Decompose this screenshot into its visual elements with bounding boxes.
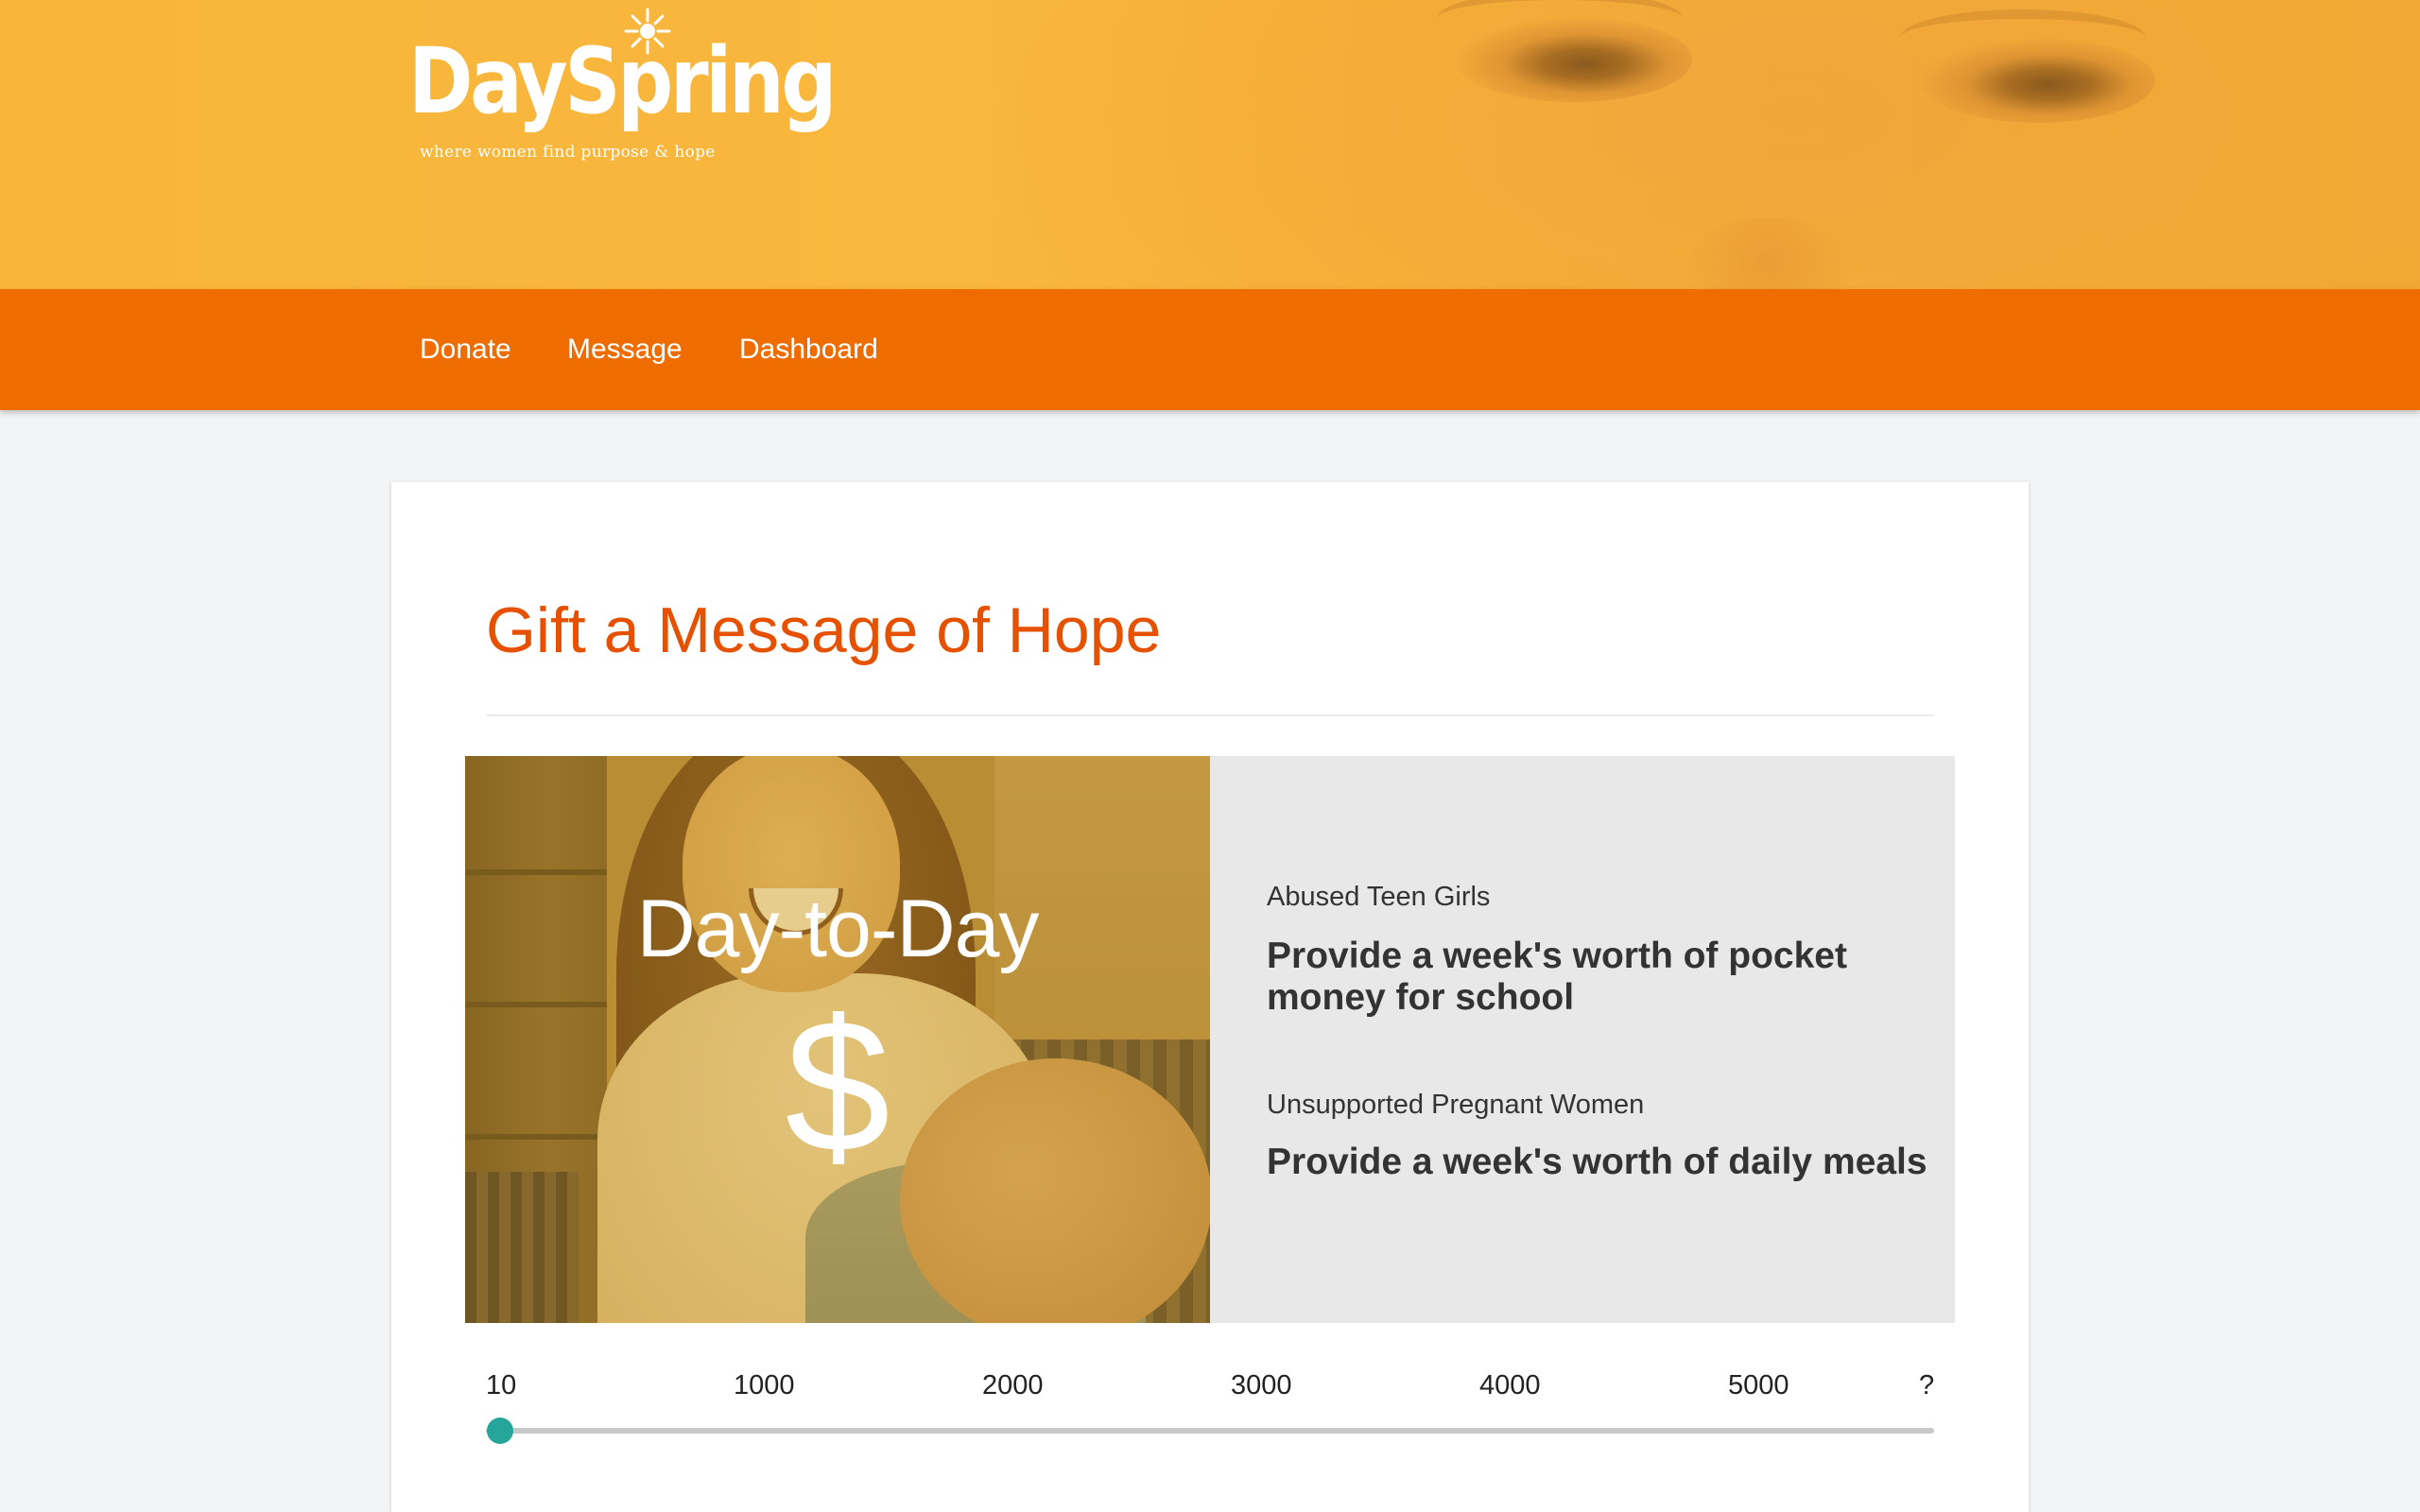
dollar-icon: $ — [785, 981, 890, 1192]
slider-tick-label: 10 — [486, 1370, 517, 1400]
title-divider — [486, 714, 1934, 716]
page-title: Gift a Message of Hope — [486, 594, 1162, 666]
nav-item-donate[interactable]: Donate — [420, 289, 511, 410]
logo[interactable]: DaySpring where women find purpose & hop… — [408, 8, 837, 168]
nav-item-message[interactable]: Message — [567, 289, 683, 410]
gift-card: Gift a Message of Hope Day-to-Day $ Abus… — [391, 482, 2029, 1512]
gift-category: Abused Teen Girls — [1267, 882, 1491, 912]
header-banner: DaySpring where women find purpose & hop… — [0, 0, 2420, 289]
gift-category: Unsupported Pregnant Women — [1267, 1090, 1645, 1120]
slider-tick-label: 3000 — [1231, 1370, 1292, 1400]
slider-tick-label: 1000 — [734, 1370, 795, 1400]
slider-tick-label: 4000 — [1479, 1370, 1541, 1400]
slider-tick-label: 2000 — [982, 1370, 1044, 1400]
slider-tick-label: ? — [1919, 1370, 1935, 1400]
gift-option[interactable]: Day-to-Day $ Abused Teen Girls Provide a… — [465, 756, 1955, 1323]
logo-tagline: where women find purpose & hope — [420, 143, 716, 162]
nav-item-dashboard[interactable]: Dashboard — [739, 289, 878, 410]
amount-slider[interactable]: 10 1000 2000 3000 4000 5000 ? — [486, 1370, 1934, 1465]
nav-bar: Donate Message Dashboard — [0, 289, 2420, 410]
gift-description: Provide a week's worth of daily meals — [1267, 1142, 1927, 1182]
gift-description: Provide a week's worth of pocket money f… — [1267, 936, 1847, 1019]
gift-type-label: Day-to-Day — [636, 884, 1040, 974]
slider-track[interactable] — [486, 1428, 1934, 1434]
slider-tick-label: 5000 — [1728, 1370, 1789, 1400]
gift-details: Abused Teen Girls Provide a week's worth… — [1267, 756, 1928, 1323]
gift-photo: Day-to-Day $ — [465, 756, 1210, 1323]
logo-wordmark: DaySpring — [408, 28, 837, 134]
slider-thumb[interactable] — [487, 1418, 513, 1444]
